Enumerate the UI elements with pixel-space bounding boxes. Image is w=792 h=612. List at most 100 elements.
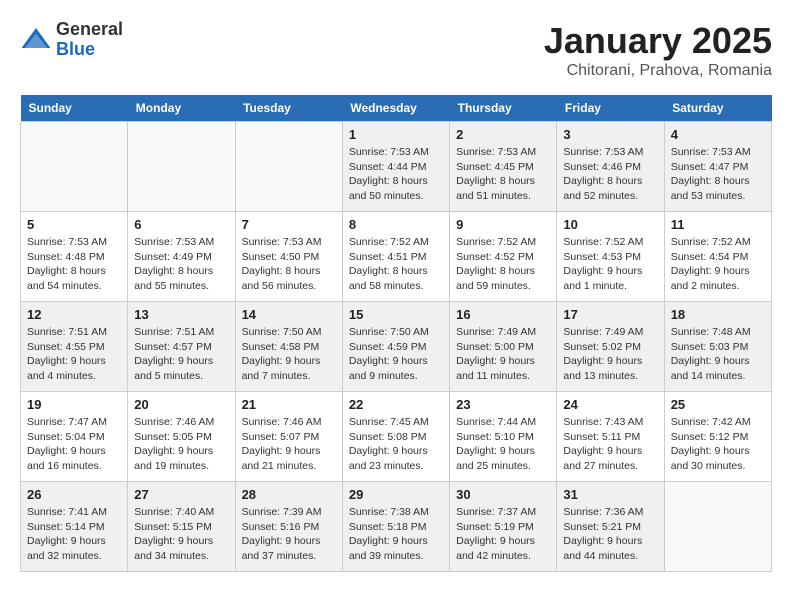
day-number: 9 bbox=[456, 217, 550, 232]
calendar-week-2: 5 Sunrise: 7:53 AM Sunset: 4:48 PM Daylig… bbox=[21, 212, 772, 302]
day-info: Sunrise: 7:36 AM Sunset: 5:21 PM Dayligh… bbox=[563, 505, 657, 564]
day-info: Sunrise: 7:52 AM Sunset: 4:53 PM Dayligh… bbox=[563, 235, 657, 294]
day-info: Sunrise: 7:53 AM Sunset: 4:46 PM Dayligh… bbox=[563, 145, 657, 204]
day-number: 3 bbox=[563, 127, 657, 142]
day-info: Sunrise: 7:47 AM Sunset: 5:04 PM Dayligh… bbox=[27, 415, 121, 474]
location-title: Chitorani, Prahova, Romania bbox=[544, 62, 772, 80]
day-number: 11 bbox=[671, 217, 765, 232]
day-number: 22 bbox=[349, 397, 443, 412]
day-info: Sunrise: 7:53 AM Sunset: 4:48 PM Dayligh… bbox=[27, 235, 121, 294]
day-info: Sunrise: 7:50 AM Sunset: 4:58 PM Dayligh… bbox=[242, 325, 336, 384]
calendar-week-1: 1 Sunrise: 7:53 AM Sunset: 4:44 PM Daylig… bbox=[21, 122, 772, 212]
day-number: 12 bbox=[27, 307, 121, 322]
month-title: January 2025 bbox=[544, 20, 772, 62]
day-number: 28 bbox=[242, 487, 336, 502]
weekday-header-row: SundayMondayTuesdayWednesdayThursdayFrid… bbox=[21, 95, 772, 122]
logo-icon bbox=[20, 24, 52, 56]
calendar-cell: 16Sunrise: 7:49 AM Sunset: 5:00 PM Dayli… bbox=[450, 302, 557, 392]
day-number: 21 bbox=[242, 397, 336, 412]
calendar-cell: 31 Sunrise: 7:36 AM Sunset: 5:21 PM Dayli… bbox=[557, 482, 664, 572]
weekday-header-saturday: Saturday bbox=[664, 95, 771, 122]
weekday-header-tuesday: Tuesday bbox=[235, 95, 342, 122]
day-number: 30 bbox=[456, 487, 550, 502]
day-number: 8 bbox=[349, 217, 443, 232]
title-block: January 2025 Chitorani, Prahova, Romania bbox=[544, 20, 772, 80]
calendar-cell: 29 Sunrise: 7:38 AM Sunset: 5:18 PM Dayli… bbox=[342, 482, 449, 572]
day-info: Sunrise: 7:44 AM Sunset: 5:10 PM Dayligh… bbox=[456, 415, 550, 474]
day-info: Sunrise: 7:51 AM Sunset: 4:57 PM Dayligh… bbox=[134, 325, 228, 384]
day-number: 31 bbox=[563, 487, 657, 502]
day-number: 18 bbox=[671, 307, 765, 322]
day-info: Sunrise: 7:49 AM Sunset: 5:00 PM Dayligh… bbox=[456, 325, 550, 384]
calendar-cell: 11 Sunrise: 7:52 AM Sunset: 4:54 PM Dayli… bbox=[664, 212, 771, 302]
day-info: Sunrise: 7:42 AM Sunset: 5:12 PM Dayligh… bbox=[671, 415, 765, 474]
weekday-header-wednesday: Wednesday bbox=[342, 95, 449, 122]
calendar-cell: 1 Sunrise: 7:53 AM Sunset: 4:44 PM Daylig… bbox=[342, 122, 449, 212]
day-number: 20 bbox=[134, 397, 228, 412]
day-info: Sunrise: 7:53 AM Sunset: 4:49 PM Dayligh… bbox=[134, 235, 228, 294]
calendar-header: SundayMondayTuesdayWednesdayThursdayFrid… bbox=[21, 95, 772, 122]
calendar-cell: 17 Sunrise: 7:49 AM Sunset: 5:02 PM Dayli… bbox=[557, 302, 664, 392]
day-number: 25 bbox=[671, 397, 765, 412]
day-number: 29 bbox=[349, 487, 443, 502]
calendar-cell bbox=[235, 122, 342, 212]
day-info: Sunrise: 7:40 AM Sunset: 5:15 PM Dayligh… bbox=[134, 505, 228, 564]
calendar-week-3: 12 Sunrise: 7:51 AM Sunset: 4:55 PM Dayli… bbox=[21, 302, 772, 392]
logo-blue-text: Blue bbox=[56, 40, 123, 60]
day-info: Sunrise: 7:49 AM Sunset: 5:02 PM Dayligh… bbox=[563, 325, 657, 384]
calendar-cell: 6 Sunrise: 7:53 AM Sunset: 4:49 PM Daylig… bbox=[128, 212, 235, 302]
calendar-cell: 10 Sunrise: 7:52 AM Sunset: 4:53 PM Dayli… bbox=[557, 212, 664, 302]
calendar-cell: 9 Sunrise: 7:52 AM Sunset: 4:52 PM Daylig… bbox=[450, 212, 557, 302]
logo: General Blue bbox=[20, 20, 123, 60]
calendar-week-5: 26Sunrise: 7:41 AM Sunset: 5:14 PM Dayli… bbox=[21, 482, 772, 572]
calendar-cell: 28 Sunrise: 7:39 AM Sunset: 5:16 PM Dayli… bbox=[235, 482, 342, 572]
calendar-cell: 27 Sunrise: 7:40 AM Sunset: 5:15 PM Dayli… bbox=[128, 482, 235, 572]
calendar-cell: 5 Sunrise: 7:53 AM Sunset: 4:48 PM Daylig… bbox=[21, 212, 128, 302]
day-number: 6 bbox=[134, 217, 228, 232]
calendar-cell: 3 Sunrise: 7:53 AM Sunset: 4:46 PM Daylig… bbox=[557, 122, 664, 212]
day-number: 5 bbox=[27, 217, 121, 232]
day-info: Sunrise: 7:45 AM Sunset: 5:08 PM Dayligh… bbox=[349, 415, 443, 474]
day-number: 27 bbox=[134, 487, 228, 502]
day-number: 4 bbox=[671, 127, 765, 142]
weekday-header-sunday: Sunday bbox=[21, 95, 128, 122]
calendar-cell: 24Sunrise: 7:43 AM Sunset: 5:11 PM Dayli… bbox=[557, 392, 664, 482]
day-number: 10 bbox=[563, 217, 657, 232]
day-info: Sunrise: 7:50 AM Sunset: 4:59 PM Dayligh… bbox=[349, 325, 443, 384]
calendar-cell: 25 Sunrise: 7:42 AM Sunset: 5:12 PM Dayli… bbox=[664, 392, 771, 482]
day-number: 23 bbox=[456, 397, 550, 412]
day-info: Sunrise: 7:41 AM Sunset: 5:14 PM Dayligh… bbox=[27, 505, 121, 564]
calendar-cell: 2Sunrise: 7:53 AM Sunset: 4:45 PM Daylig… bbox=[450, 122, 557, 212]
calendar-cell: 8Sunrise: 7:52 AM Sunset: 4:51 PM Daylig… bbox=[342, 212, 449, 302]
weekday-header-thursday: Thursday bbox=[450, 95, 557, 122]
day-number: 1 bbox=[349, 127, 443, 142]
day-info: Sunrise: 7:38 AM Sunset: 5:18 PM Dayligh… bbox=[349, 505, 443, 564]
page-header: General Blue January 2025 Chitorani, Pra… bbox=[20, 20, 772, 80]
day-number: 24 bbox=[563, 397, 657, 412]
calendar-cell: 15 Sunrise: 7:50 AM Sunset: 4:59 PM Dayli… bbox=[342, 302, 449, 392]
day-info: Sunrise: 7:51 AM Sunset: 4:55 PM Dayligh… bbox=[27, 325, 121, 384]
day-number: 13 bbox=[134, 307, 228, 322]
day-info: Sunrise: 7:46 AM Sunset: 5:05 PM Dayligh… bbox=[134, 415, 228, 474]
calendar-cell: 13 Sunrise: 7:51 AM Sunset: 4:57 PM Dayli… bbox=[128, 302, 235, 392]
logo-general-text: General bbox=[56, 20, 123, 40]
day-info: Sunrise: 7:52 AM Sunset: 4:52 PM Dayligh… bbox=[456, 235, 550, 294]
calendar-cell: 21Sunrise: 7:46 AM Sunset: 5:07 PM Dayli… bbox=[235, 392, 342, 482]
day-number: 15 bbox=[349, 307, 443, 322]
day-info: Sunrise: 7:52 AM Sunset: 4:54 PM Dayligh… bbox=[671, 235, 765, 294]
day-info: Sunrise: 7:37 AM Sunset: 5:19 PM Dayligh… bbox=[456, 505, 550, 564]
day-info: Sunrise: 7:39 AM Sunset: 5:16 PM Dayligh… bbox=[242, 505, 336, 564]
calendar-cell bbox=[128, 122, 235, 212]
calendar-week-4: 19Sunrise: 7:47 AM Sunset: 5:04 PM Dayli… bbox=[21, 392, 772, 482]
calendar-cell: 26Sunrise: 7:41 AM Sunset: 5:14 PM Dayli… bbox=[21, 482, 128, 572]
calendar-body: 1 Sunrise: 7:53 AM Sunset: 4:44 PM Daylig… bbox=[21, 122, 772, 572]
logo-text: General Blue bbox=[56, 20, 123, 60]
calendar-cell: 4Sunrise: 7:53 AM Sunset: 4:47 PM Daylig… bbox=[664, 122, 771, 212]
day-info: Sunrise: 7:53 AM Sunset: 4:50 PM Dayligh… bbox=[242, 235, 336, 294]
calendar-cell: 12 Sunrise: 7:51 AM Sunset: 4:55 PM Dayli… bbox=[21, 302, 128, 392]
day-info: Sunrise: 7:53 AM Sunset: 4:45 PM Dayligh… bbox=[456, 145, 550, 204]
day-info: Sunrise: 7:53 AM Sunset: 4:44 PM Dayligh… bbox=[349, 145, 443, 204]
calendar-cell: 23 Sunrise: 7:44 AM Sunset: 5:10 PM Dayli… bbox=[450, 392, 557, 482]
day-number: 7 bbox=[242, 217, 336, 232]
day-number: 17 bbox=[563, 307, 657, 322]
